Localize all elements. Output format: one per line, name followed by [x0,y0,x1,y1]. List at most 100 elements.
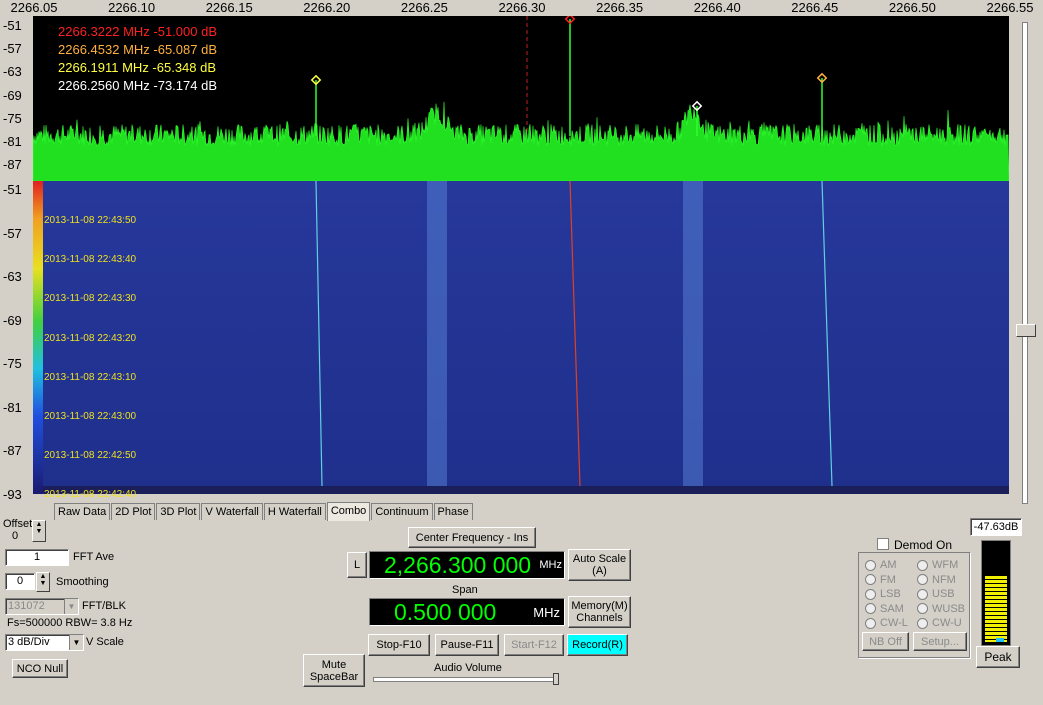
waterfall-timestamp: 2013-11-08 22:43:10 [44,371,137,383]
waterfall-signal-trace [315,181,323,487]
tab-2d-plot[interactable]: 2D Plot [111,503,156,520]
radio-wusb[interactable]: WUSB [917,603,965,615]
smoothing-label: Smoothing [56,576,109,588]
radio-dot [865,617,876,629]
radio-usb[interactable]: USB [917,588,955,600]
memory-channels-button[interactable]: Memory(M) Channels [568,596,631,628]
chevron-down-icon[interactable]: ▼ [64,599,78,614]
audio-volume-thumb[interactable] [553,673,559,685]
span-display[interactable]: 0.500 000 MHz [369,598,565,626]
level-readout: -47.63dB [970,518,1022,536]
radio-label: NFM [932,573,956,586]
stop-button[interactable]: Stop-F10 [368,634,430,656]
spectrum-noise-trace [33,101,1009,181]
radio-label: CW-U [932,617,962,629]
chevron-down-icon[interactable]: ▼ [69,635,83,650]
fs-rbw-readout: Fs=500000 RBW= 3.8 Hz [7,617,133,629]
pause-button[interactable]: Pause-F11 [435,634,499,656]
waterfall-timestamp: 2013-11-08 22:43:20 [44,332,137,344]
waterfall-signal-band [683,181,703,486]
tab-3d-plot[interactable]: 3D Plot [156,503,201,520]
level-peak-marker [996,638,1004,642]
radio-dot [865,588,876,600]
tab-raw-data[interactable]: Raw Data [54,503,111,520]
smoothing-input[interactable]: 0 [5,573,35,590]
nco-null-button[interactable]: NCO Null [12,659,68,678]
radio-label: USB [932,588,955,600]
demod-on-checkbox[interactable] [877,538,889,550]
waterfall-level-slider-track[interactable] [1022,22,1028,504]
fft-blk-select[interactable]: 131072 ▼ [5,598,79,615]
spectrum-plot[interactable]: 2266.3222 MHz -51.000 dB 2266.4532 MHz -6… [33,16,1009,181]
offset-value: 0 [12,530,19,542]
freq-tick-label: 2266.45 [791,0,839,15]
spectrum-trace [33,16,1009,181]
marker-readout: 2266.3222 MHz -51.000 dB [58,24,217,39]
radio-label: WUSB [932,602,965,615]
waterfall-plot[interactable] [33,181,1009,494]
audio-volume-label: Audio Volume [434,662,502,674]
auto-scale-button[interactable]: Auto Scale (A) [568,549,631,581]
vscale-label: V Scale [86,636,124,648]
vscale-value: 3 dB/Div [8,636,50,648]
center-frequency-button[interactable]: Center Frequency - Ins [408,527,536,548]
freq-tick-label: 2266.50 [888,0,936,15]
radio-wfm[interactable]: WFM [917,559,958,571]
center-frequency-display[interactable]: 2,266.300 000 MHz [369,551,565,579]
radio-dot [865,574,876,585]
mute-button[interactable]: Mute SpaceBar [303,654,365,687]
span-label: Span [452,584,478,596]
waterfall-level-slider-thumb[interactable] [1016,324,1036,337]
center-frequency-unit: MHz [539,559,562,571]
radio-dot [917,603,928,614]
offset-spinner[interactable]: ▲ ▼ [32,520,46,542]
waterfall-timestamp: 2013-11-08 22:43:50 [44,215,137,226]
waterfall-traces [33,181,1009,494]
setup-button[interactable]: Setup... [913,632,967,651]
radio-am[interactable]: AM [865,559,897,571]
audio-volume-slider[interactable] [373,677,559,682]
radio-label: SAM [880,602,904,615]
waterfall-timestamp: 2013-11-08 22:42:50 [44,450,137,462]
radio-nfm[interactable]: NFM [917,574,956,586]
radio-label: AM [880,559,897,571]
waterfall-signal-trace [821,181,833,487]
waterfall-timestamp: 2013-11-08 22:43:40 [44,254,137,266]
tab-continuum[interactable]: Continuum [371,503,433,520]
radio-dot [917,574,928,585]
radio-label: CW-L [880,617,908,629]
freq-tick-label: 2266.40 [693,0,741,15]
radio-lsb[interactable]: LSB [865,588,901,600]
tab-v-waterfall[interactable]: V Waterfall [201,503,263,520]
color-scale-bar [33,181,43,494]
radio-cw-l[interactable]: CW-L [865,617,908,629]
marker-readout: 2266.1911 MHz -65.348 dB [58,60,217,75]
radio-label: FM [880,573,896,586]
radio-fm[interactable]: FM [865,574,896,586]
radio-sam[interactable]: SAM [865,603,904,615]
nb-off-button[interactable]: NB Off [862,632,909,651]
radio-cw-u[interactable]: CW-U [917,617,962,629]
tab-combo[interactable]: Combo [326,502,371,521]
fft-blk-value: 131072 [8,600,45,612]
span-unit: MHz [533,605,560,620]
tab-h-waterfall[interactable]: H Waterfall [263,503,326,520]
radio-label: WFM [932,559,959,571]
radio-label: LSB [880,588,901,600]
start-button[interactable]: Start-F12 [504,634,564,656]
center-frequency-value: 2,266.300 000 [384,552,532,578]
view-tabs: Raw Data 2D Plot 3D Plot V Waterfall H Water… [54,502,474,521]
fft-ave-input[interactable]: 1 [5,549,69,566]
peak-button[interactable]: Peak [976,646,1020,668]
freq-tick-label: 2266.15 [205,0,253,15]
radio-dot [865,603,876,614]
freq-tick-label: 2266.10 [108,0,156,15]
fft-ave-label: FFT Ave [73,551,115,563]
waterfall-timestamp: 2013-11-08 22:43:30 [44,293,137,305]
l-button[interactable]: L [347,552,367,578]
radio-dot [865,559,876,571]
smoothing-spinner[interactable]: ▲ ▼ [36,572,50,592]
tab-phase[interactable]: Phase [433,503,473,520]
vscale-select[interactable]: 3 dB/Div ▼ [5,634,84,651]
record-button[interactable]: Record(R) [567,634,628,656]
